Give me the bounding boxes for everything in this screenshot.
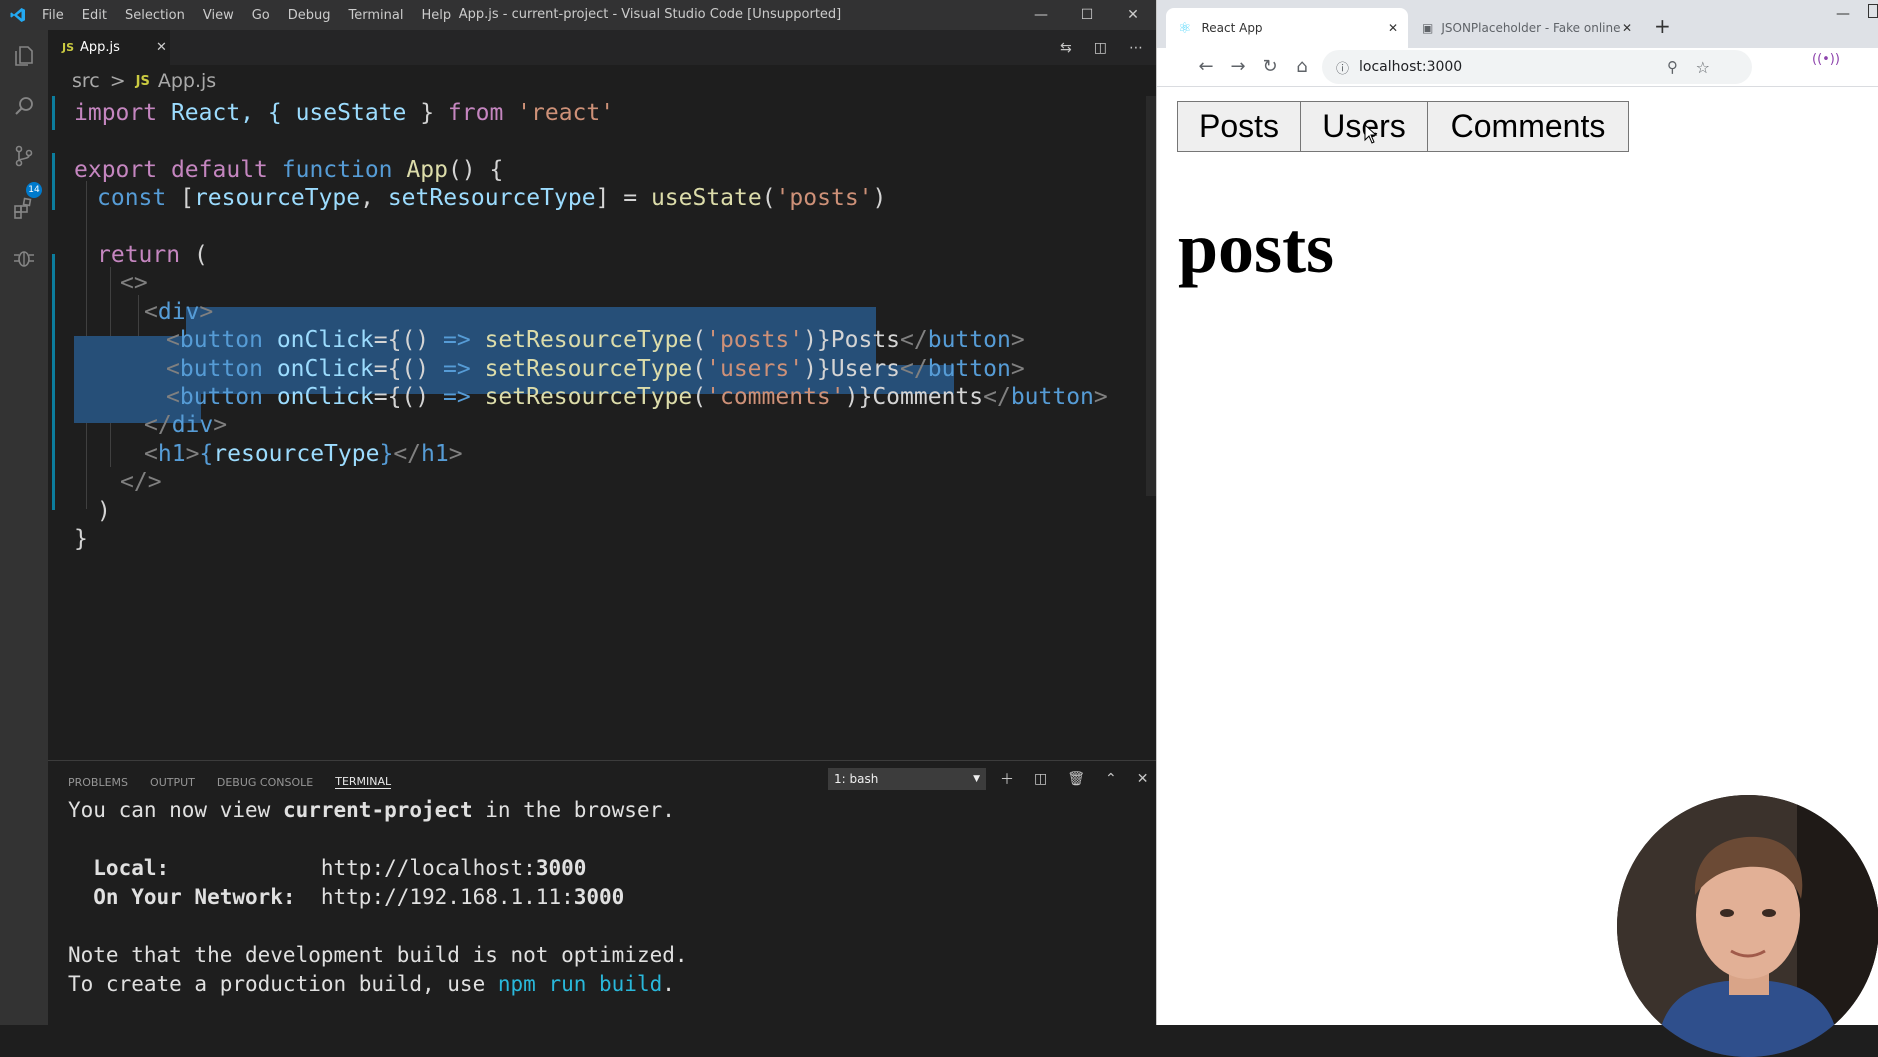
maximize-panel-icon[interactable]: ⌃ bbox=[1105, 771, 1117, 787]
posts-button[interactable]: Posts bbox=[1177, 101, 1301, 152]
code-line-11: <button onClick={() => setResourceType('… bbox=[166, 384, 1108, 410]
terminal-line: Note that the development build is not o… bbox=[68, 943, 688, 967]
forward-icon[interactable]: → bbox=[1224, 52, 1252, 80]
comments-button[interactable]: Comments bbox=[1427, 101, 1629, 152]
presenter-avatar bbox=[1617, 795, 1878, 1057]
vscode-logo-icon bbox=[10, 8, 25, 22]
bookmark-star-icon[interactable]: ☆ bbox=[1696, 58, 1710, 77]
code-line-4: const [resourceType, setResourceType] = … bbox=[97, 185, 887, 211]
minimize-icon[interactable]: — bbox=[1018, 0, 1064, 30]
close-window-icon[interactable]: ✕ bbox=[1110, 0, 1156, 30]
breadcrumb-separator: > bbox=[109, 70, 126, 92]
editor-tab-bar bbox=[48, 30, 1156, 65]
more-actions-icon[interactable]: ⋯ bbox=[1129, 40, 1143, 56]
browser-tab-jsonplaceholder[interactable]: ▣ JSONPlaceholder - Fake online R ✕ bbox=[1410, 8, 1642, 48]
resource-type-heading: posts bbox=[1178, 208, 1335, 288]
explorer-icon[interactable] bbox=[12, 44, 36, 68]
new-terminal-icon[interactable]: ＋ bbox=[1000, 769, 1014, 789]
breadcrumb-file[interactable]: App.js bbox=[158, 70, 216, 92]
zoom-icon[interactable]: ⚲ bbox=[1667, 58, 1678, 76]
menu-edit[interactable]: Edit bbox=[82, 8, 107, 23]
tab-title: React App bbox=[1201, 21, 1263, 35]
new-tab-icon[interactable]: + bbox=[1654, 14, 1671, 38]
code-line-15: ) bbox=[97, 498, 111, 524]
gutter-modified-marker bbox=[52, 153, 55, 210]
code-line-1: import React, { useState } from 'react' bbox=[74, 100, 615, 126]
code-editor[interactable]: import React, { useState } from 'react' … bbox=[48, 96, 1148, 756]
debug-icon[interactable] bbox=[12, 246, 36, 270]
close-tab-icon[interactable]: ✕ bbox=[156, 40, 167, 55]
menu-debug[interactable]: Debug bbox=[288, 8, 331, 23]
address-bar[interactable]: ⓘ localhost:3000 ⚲ ☆ bbox=[1322, 50, 1752, 84]
editor-actions: ⇆ ◫ ⋯ bbox=[1060, 30, 1165, 65]
terminal-output[interactable]: You can now view current-project in the … bbox=[68, 796, 688, 999]
breadcrumb: src > JS App.js bbox=[72, 68, 216, 94]
source-control-icon[interactable] bbox=[12, 144, 36, 168]
search-icon[interactable] bbox=[12, 94, 36, 118]
trash-icon[interactable]: 🗑 bbox=[1067, 771, 1085, 787]
terminal-line: To create a production build, use npm ru… bbox=[68, 972, 675, 996]
menu-view[interactable]: View bbox=[203, 8, 234, 23]
panel-tabs: PROBLEMS OUTPUT DEBUG CONSOLE TERMINAL bbox=[68, 772, 413, 792]
tab-output[interactable]: OUTPUT bbox=[150, 776, 195, 789]
code-line-6: return ( bbox=[97, 242, 208, 268]
gutter-modified-marker bbox=[52, 96, 55, 130]
close-tab-icon[interactable]: ✕ bbox=[1622, 21, 1632, 35]
reload-icon[interactable]: ↻ bbox=[1256, 52, 1284, 80]
gutter-modified-marker bbox=[52, 254, 55, 510]
tab-terminal[interactable]: TERMINAL bbox=[335, 775, 392, 789]
vscode-titlebar: File Edit Selection View Go Debug Termin… bbox=[0, 0, 1156, 30]
menu-selection[interactable]: Selection bbox=[125, 8, 185, 23]
page-favicon-icon: ▣ bbox=[1422, 21, 1434, 35]
extension-icon[interactable]: ((•)) bbox=[1812, 52, 1840, 67]
activity-bar: 14 bbox=[0, 30, 48, 1025]
mouse-cursor-icon bbox=[1364, 124, 1378, 144]
menu-file[interactable]: File bbox=[42, 8, 64, 23]
close-panel-icon[interactable]: ✕ bbox=[1137, 771, 1149, 787]
close-tab-icon[interactable]: ✕ bbox=[1388, 21, 1398, 35]
js-file-icon: JS bbox=[62, 41, 75, 54]
code-line-14: </> bbox=[120, 469, 162, 495]
extensions-icon[interactable] bbox=[12, 196, 36, 220]
terminal-line: On Your Network: http://192.168.1.11:300… bbox=[68, 885, 625, 909]
tab-problems[interactable]: PROBLEMS bbox=[68, 776, 128, 789]
code-line-16: } bbox=[74, 526, 88, 552]
editor-scrollbar[interactable] bbox=[1146, 96, 1156, 496]
back-icon[interactable]: ← bbox=[1192, 52, 1220, 80]
home-icon[interactable]: ⌂ bbox=[1288, 52, 1316, 80]
terminal-line: Local: http://localhost:3000 bbox=[68, 856, 587, 880]
chevron-down-icon: ▼ bbox=[973, 774, 980, 784]
window-title: App.js - current-project - Visual Studio… bbox=[458, 7, 842, 22]
maximize-icon[interactable]: ☐ bbox=[1064, 0, 1110, 30]
open-changes-icon[interactable]: ⇆ bbox=[1060, 40, 1072, 56]
code-line-13: <h1>{resourceType}</h1> bbox=[144, 441, 463, 467]
browser-tab-react-app[interactable]: ⚛ React App ✕ bbox=[1166, 8, 1408, 48]
webcam-overlay bbox=[1617, 795, 1878, 1057]
info-icon: ⓘ bbox=[1336, 61, 1350, 77]
terminal-select[interactable]: 1: bash ▼ bbox=[828, 768, 986, 790]
tab-app-js[interactable]: JS App.js ✕ bbox=[48, 30, 170, 65]
js-file-icon: JS bbox=[135, 73, 150, 89]
menu-go[interactable]: Go bbox=[252, 8, 270, 23]
minimize-icon[interactable]: — bbox=[1836, 6, 1850, 22]
tab-debug-console[interactable]: DEBUG CONSOLE bbox=[217, 776, 313, 789]
split-editor-icon[interactable]: ◫ bbox=[1094, 40, 1107, 56]
panel-actions: ＋ ◫ 🗑 ⌃ ✕ bbox=[1000, 768, 1168, 790]
tab-label: App.js bbox=[80, 40, 120, 55]
react-favicon-icon: ⚛ bbox=[1178, 19, 1192, 37]
address-text: localhost:3000 bbox=[1359, 59, 1463, 75]
breadcrumb-folder[interactable]: src bbox=[72, 70, 100, 92]
terminal-line: You can now view current-project in the … bbox=[68, 798, 675, 822]
maximize-icon[interactable] bbox=[1868, 4, 1878, 18]
split-terminal-icon[interactable]: ◫ bbox=[1034, 771, 1047, 787]
tab-title: JSONPlaceholder - Fake online R bbox=[1441, 21, 1622, 35]
